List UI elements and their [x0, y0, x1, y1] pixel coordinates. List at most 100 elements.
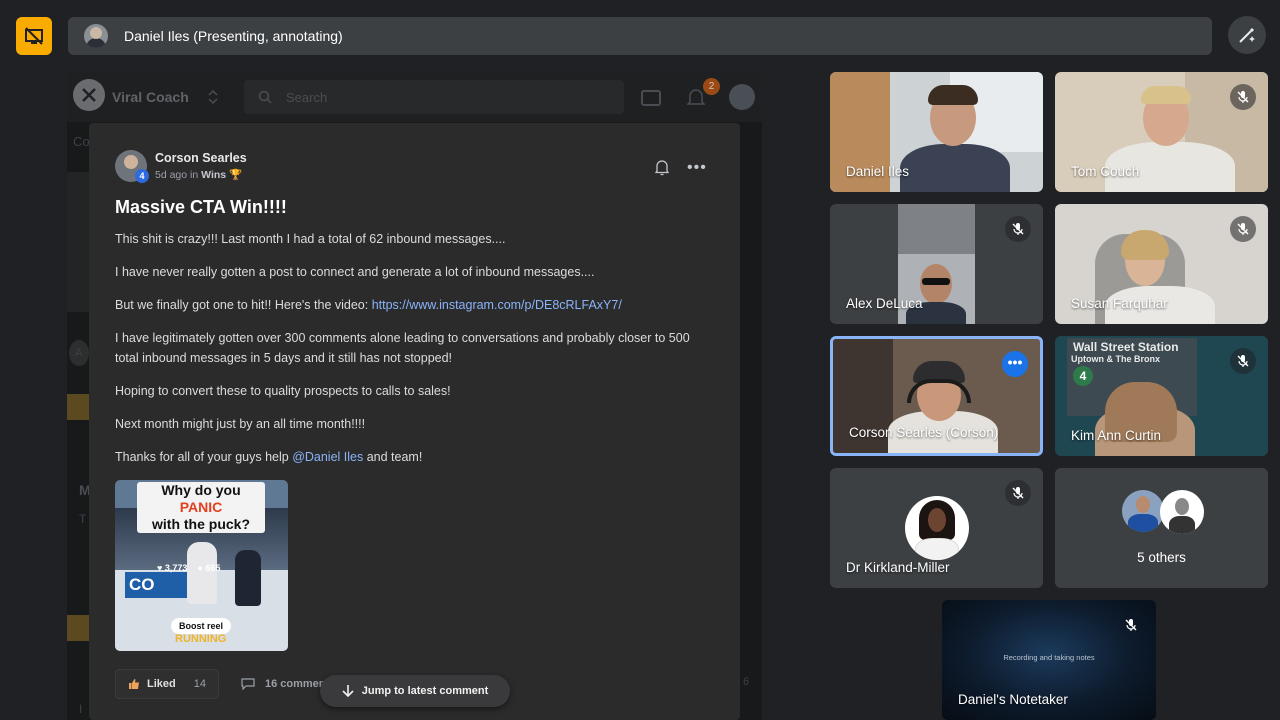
thumb-caption-text: Why do you: [161, 482, 241, 498]
participant-tile[interactable]: Susan Farquhar: [1055, 204, 1268, 324]
mic-off-icon: [1237, 355, 1249, 367]
presenter-bar[interactable]: Daniel Iles (Presenting, annotating): [68, 17, 1212, 55]
post-paragraph: But we finally got one to hit!! Here's t…: [115, 295, 715, 315]
video-thumbnail[interactable]: CO Why do you PANIC with the puck? ♥ 3,7…: [115, 480, 288, 651]
more-options-button[interactable]: •••: [1002, 351, 1028, 377]
participant-avatar: [1160, 490, 1204, 534]
post-paragraph: I have never really gotten a post to con…: [115, 262, 715, 282]
user-avatar[interactable]: [729, 84, 755, 110]
mic-off-icon: [1012, 223, 1024, 235]
mic-off-icon: [1237, 91, 1249, 103]
mention-link[interactable]: @Daniel Iles: [292, 450, 363, 464]
thumb-running-label: RUNNING: [175, 633, 227, 645]
post-modal: 4 Corson Searles 5d ago in Wins 🏆 ••• Ma…: [89, 123, 740, 720]
chevron-updown-icon[interactable]: [207, 89, 219, 105]
author-name[interactable]: Corson Searles: [155, 151, 247, 165]
author-avatar[interactable]: 4: [115, 150, 149, 183]
bg-star-badge-2: [67, 615, 89, 641]
presenter-avatar: [84, 24, 108, 48]
level-badge: 4: [135, 169, 149, 183]
others-tile[interactable]: 5 others: [1055, 468, 1268, 588]
participant-name: Alex DeLuca: [846, 296, 923, 311]
follow-bell-icon[interactable]: [655, 160, 669, 176]
post-author-row: 4 Corson Searles 5d ago in Wins 🏆: [115, 150, 247, 183]
participant-tile[interactable]: Daniel Iles: [830, 72, 1043, 192]
mic-off-indicator: [1005, 480, 1031, 506]
post-paragraph-text: and team!: [363, 450, 423, 464]
person-face: [928, 508, 946, 532]
jump-label: Jump to latest comment: [361, 685, 489, 697]
post-paragraph-text: But we finally got one to hit!! Here's t…: [115, 298, 372, 312]
person-face: [1175, 498, 1189, 515]
participant-name: Daniel's Notetaker: [958, 692, 1068, 707]
like-count[interactable]: 14: [194, 678, 206, 690]
thumb-caption-highlight: PANIC: [179, 499, 223, 515]
shared-app-topbar: Viral Coach Search 2: [67, 72, 762, 122]
participant-tile-speaking[interactable]: ••• Corson Searles (Corson): [830, 336, 1043, 456]
thumb-stats: ♥ 3,773 ● 665: [157, 563, 220, 573]
notetaker-status: Recording and taking notes: [1003, 653, 1095, 662]
search-icon: [258, 90, 272, 104]
post-paragraph: I have legitimately gotten over 300 comm…: [115, 331, 690, 365]
presenter-label: Daniel Iles (Presenting, annotating): [124, 28, 343, 44]
close-post-button[interactable]: [73, 79, 105, 111]
jump-to-latest-button[interactable]: Jump to latest comment: [320, 675, 510, 707]
post-paragraph: Thanks for all of your guys help @Daniel…: [115, 447, 715, 467]
person-hair: [1141, 86, 1191, 104]
close-icon: [82, 88, 96, 102]
bg-text-letter-2: I: [79, 702, 83, 716]
arrow-down-icon: [342, 685, 354, 698]
thumb-caption-text: with the puck?: [152, 516, 250, 532]
chat-icon[interactable]: [641, 90, 661, 106]
post-category[interactable]: Wins 🏆: [201, 169, 242, 181]
mic-off-icon: [1012, 487, 1024, 499]
participant-tile[interactable]: Alex DeLuca: [830, 204, 1043, 324]
mic-off-icon: [1237, 223, 1249, 235]
participant-avatar: [1122, 490, 1164, 532]
thumb-comments: 665: [205, 563, 221, 573]
participant-name: Tom Couch: [1071, 164, 1140, 179]
bg-tab-label: Co: [73, 134, 90, 149]
mic-off-indicator: [1230, 216, 1256, 242]
post-time: 5d ago in: [155, 169, 202, 181]
post-paragraph-text: I have never really gotten a post to con…: [115, 265, 595, 279]
thumb-likes: 3,773: [164, 563, 188, 573]
instagram-link[interactable]: https://www.instagram.com/p/DE8cRLFAxY7/: [372, 298, 622, 312]
post-title: Massive CTA Win!!!!: [115, 197, 287, 217]
annotate-pen-icon: [1239, 27, 1255, 43]
app-search-input[interactable]: Search: [244, 80, 624, 114]
post-paragraph: Hoping to convert these to quality prosp…: [115, 384, 451, 398]
mic-off-indicator: [1118, 612, 1144, 638]
car-window: [898, 204, 975, 254]
participant-tile[interactable]: Tom Couch: [1055, 72, 1268, 192]
notetaker-tile[interactable]: Recording and taking notes Daniel's Note…: [942, 600, 1156, 720]
wall-sign-text: Wall Street Station: [1073, 340, 1179, 354]
participant-name: Corson Searles (Corson): [849, 425, 999, 440]
like-button[interactable]: Liked 14: [115, 669, 219, 699]
person-hair: [928, 85, 978, 105]
thumb-player: [235, 550, 261, 606]
person-body: [1169, 516, 1195, 534]
heart-icon: ♥: [157, 563, 163, 573]
participant-tile[interactable]: Dr Kirkland-Miller: [830, 468, 1043, 588]
post-paragraph: Next month might just by an all time mon…: [115, 417, 366, 431]
comment-bubble-icon: ●: [197, 563, 203, 573]
post-paragraph-text: Thanks for all of your guys help: [115, 450, 293, 464]
more-options-icon[interactable]: •••: [687, 159, 707, 177]
participant-name: Kim Ann Curtin: [1071, 428, 1162, 443]
annotate-button[interactable]: [1228, 16, 1266, 54]
wall-sign-text: Uptown & The Bronx: [1071, 354, 1160, 364]
sunglasses: [922, 278, 950, 285]
person-body: [900, 144, 1010, 192]
like-label: Liked: [147, 678, 176, 690]
app-title: Viral Coach: [112, 89, 189, 105]
mic-off-indicator: [1005, 216, 1031, 242]
post-body: This shit is crazy!!! Last month I had a…: [115, 229, 715, 480]
stop-presenting-button[interactable]: [16, 17, 52, 55]
bg-avatar-letter: A: [75, 347, 83, 359]
participant-name: Dr Kirkland-Miller: [846, 560, 950, 575]
participant-tile[interactable]: Wall Street Station Uptown & The Bronx 4…: [1055, 336, 1268, 456]
bell-icon[interactable]: [687, 88, 705, 108]
meet-window: Daniel Iles (Presenting, annotating) Vir…: [0, 0, 1280, 720]
post-paragraph: This shit is crazy!!! Last month I had a…: [115, 232, 506, 246]
